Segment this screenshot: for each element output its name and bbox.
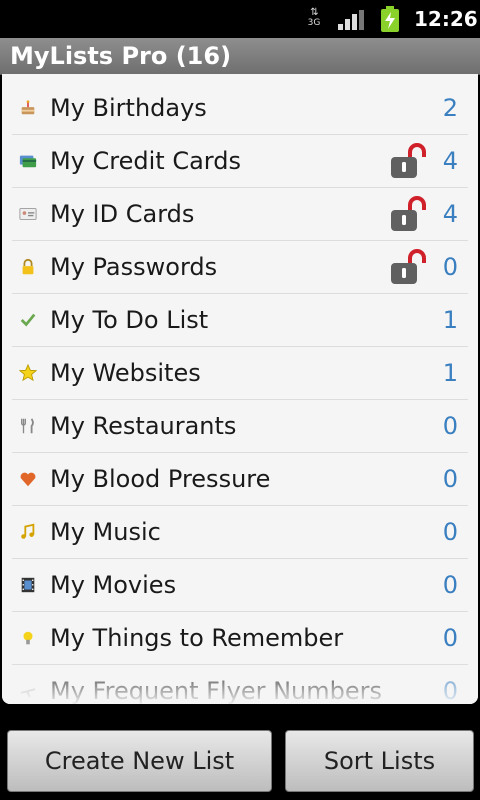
list-item-label: My ID Cards — [50, 200, 195, 228]
list-item[interactable]: My Music 0 — [12, 506, 468, 559]
bottom-bar: Create New List Sort Lists — [0, 704, 480, 800]
status-bar: ⇅ 3G 12:26 — [0, 0, 480, 38]
list-item-label: My Websites — [50, 359, 201, 387]
id-card-icon — [18, 204, 38, 224]
list-item-label: My Credit Cards — [50, 147, 241, 175]
list-item[interactable]: My Blood Pressure 0 — [12, 453, 468, 506]
title-bar: MyLists Pro (16) — [0, 38, 480, 75]
list-item-label: My Movies — [50, 571, 177, 599]
airplane-icon — [18, 681, 38, 701]
list-item-count: 0 — [442, 624, 458, 652]
checkmark-icon — [18, 310, 38, 330]
list-item-count: 4 — [442, 147, 458, 175]
list-item-label: My Passwords — [50, 253, 218, 281]
list-item[interactable]: My Things to Remember 0 — [12, 612, 468, 665]
list-item-count: 1 — [442, 306, 458, 334]
list-item[interactable]: My Websites 1 — [12, 347, 468, 400]
list-item[interactable]: My Frequent Flyer Numbers 0 — [12, 665, 468, 704]
padlock-icon — [18, 257, 38, 277]
app-title: MyLists Pro (16) — [10, 42, 232, 70]
unlock-icon[interactable] — [390, 196, 428, 232]
list-item-count: 2 — [442, 94, 458, 122]
list-item[interactable]: My Restaurants 0 — [12, 400, 468, 453]
list-item[interactable]: My Birthdays 2 — [12, 82, 468, 135]
lightbulb-icon — [18, 628, 38, 648]
list-item[interactable]: My Passwords 0 — [12, 241, 468, 294]
list-item[interactable]: My ID Cards 4 — [12, 188, 468, 241]
list-item-label: My Restaurants — [50, 412, 237, 440]
list-item-label: My Birthdays — [50, 94, 207, 122]
unlock-icon[interactable] — [390, 143, 428, 179]
star-icon — [18, 363, 38, 383]
lists-panel: My Birthdays 2 My Credit Cards 4 My ID Cards… — [2, 74, 478, 704]
cake-icon — [18, 98, 38, 118]
list-item-count: 0 — [442, 677, 458, 704]
film-icon — [18, 575, 38, 595]
heart-icon — [18, 469, 38, 489]
list-item-label: My Blood Pressure — [50, 465, 271, 493]
network-3g-icon: ⇅ 3G — [307, 7, 321, 29]
list-item-count: 0 — [442, 412, 458, 440]
list-item-count: 0 — [442, 518, 458, 546]
list-item-count: 0 — [442, 571, 458, 599]
list-item-count: 0 — [442, 465, 458, 493]
create-new-list-button[interactable]: Create New List — [7, 730, 272, 792]
list-item-label: My Frequent Flyer Numbers — [50, 677, 383, 704]
unlock-icon[interactable] — [390, 249, 428, 285]
list-item-label: My To Do List — [50, 306, 209, 334]
list-item-label: My Things to Remember — [50, 624, 344, 652]
list-item-label: My Music — [50, 518, 161, 546]
sort-lists-button[interactable]: Sort Lists — [285, 730, 474, 792]
list-item-count: 4 — [442, 200, 458, 228]
lists-list[interactable]: My Birthdays 2 My Credit Cards 4 My ID Cards… — [12, 82, 468, 704]
signal-strength-icon — [338, 10, 364, 30]
music-note-icon — [18, 522, 38, 542]
fork-knife-icon — [18, 416, 38, 436]
list-item[interactable]: My To Do List 1 — [12, 294, 468, 347]
credit-card-icon — [18, 151, 38, 171]
list-item-count: 1 — [442, 359, 458, 387]
clock: 12:26 — [414, 7, 478, 31]
battery-charging-icon — [381, 6, 399, 32]
list-item[interactable]: My Credit Cards 4 — [12, 135, 468, 188]
list-item-count: 0 — [442, 253, 458, 281]
list-item[interactable]: My Movies 0 — [12, 559, 468, 612]
